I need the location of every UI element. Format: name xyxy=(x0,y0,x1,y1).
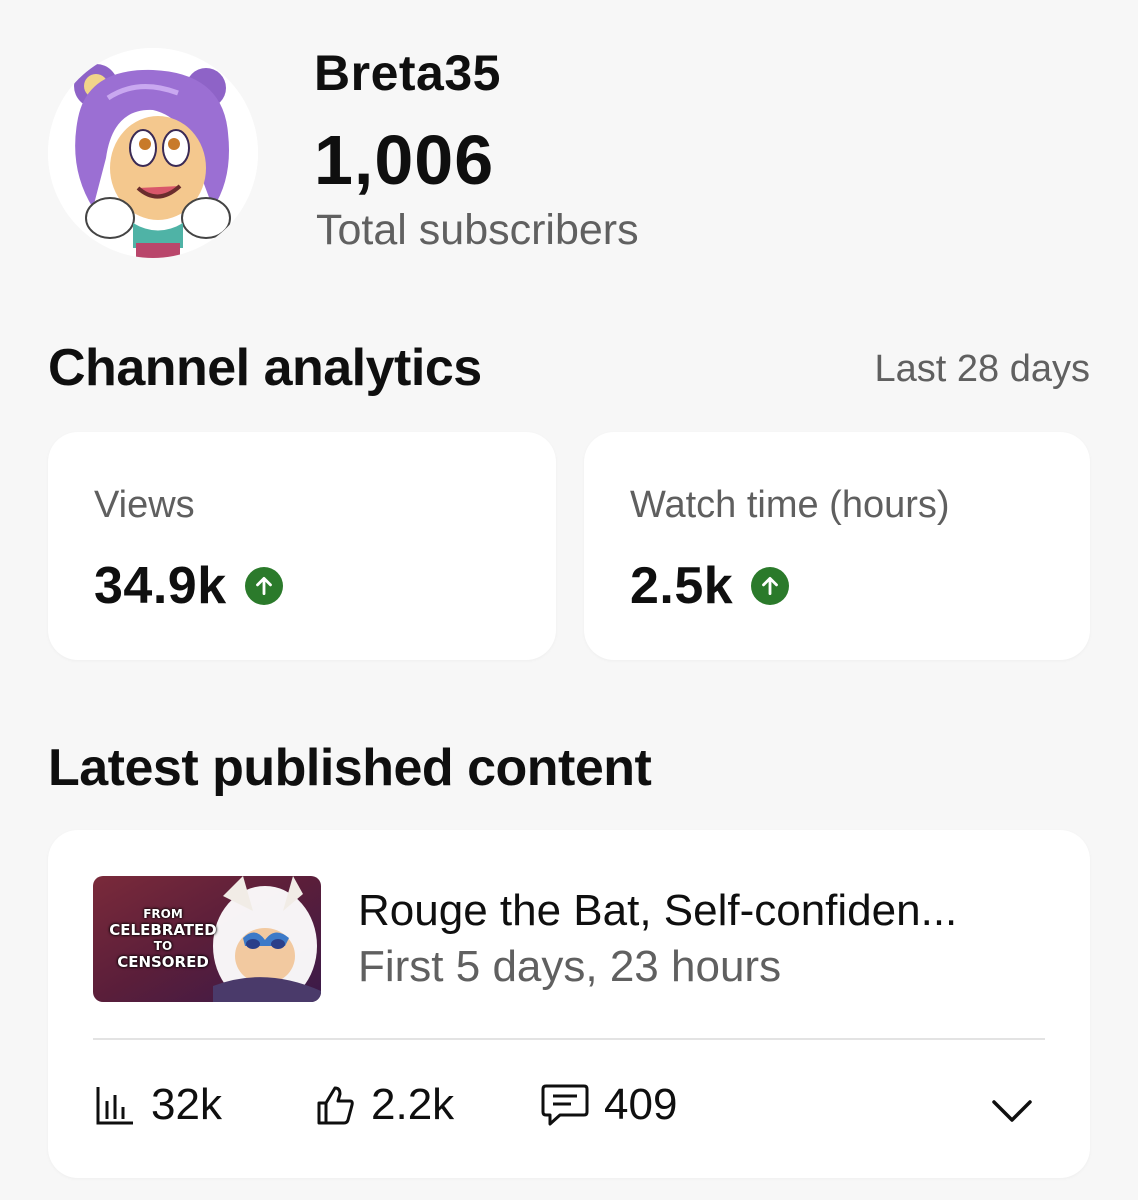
likes-stat: 2.2k xyxy=(313,1080,454,1130)
analytics-title: Channel analytics xyxy=(48,339,482,397)
bar-chart-icon xyxy=(96,1087,133,1125)
comments-stat: 409 xyxy=(540,1080,677,1130)
latest-content-title: Latest published content xyxy=(48,739,652,797)
metric-label: Watch time (hours) xyxy=(630,484,950,526)
analytics-page: Breta35 1,006 Total subscribers Channel … xyxy=(0,0,1138,1200)
thumbs-up-icon xyxy=(317,1086,354,1125)
video-title[interactable]: Rouge the Bat, Self-confiden... xyxy=(358,886,1038,936)
metric-label: Views xyxy=(94,484,195,526)
views-stat: 32k xyxy=(93,1080,222,1130)
metric-value: 34.9k xyxy=(94,557,227,615)
thumbnail-text: CELEBRATED xyxy=(109,921,217,939)
watch-time-card[interactable]: Watch time (hours) 2.5k xyxy=(584,432,1090,660)
video-period: First 5 days, 23 hours xyxy=(358,942,782,991)
chevron-down-icon xyxy=(992,1100,1032,1122)
metric-value-row: 34.9k xyxy=(94,556,283,616)
views-count: 32k xyxy=(151,1080,222,1129)
latest-video-card[interactable]: FROM CELEBRATED TO CENSORED Rouge the Ba… xyxy=(48,830,1090,1178)
trend-up-icon xyxy=(751,567,790,605)
channel-avatar[interactable] xyxy=(48,48,258,258)
thumbnail-text: CENSORED xyxy=(117,953,209,971)
subscriber-count: 1,006 xyxy=(314,121,495,199)
video-thumbnail[interactable]: FROM CELEBRATED TO CENSORED xyxy=(93,876,321,1002)
metric-value-row: 2.5k xyxy=(630,556,790,616)
metric-value: 2.5k xyxy=(630,557,734,615)
thumbnail-text: FROM xyxy=(143,907,183,921)
expand-button[interactable] xyxy=(990,1092,1034,1132)
likes-count: 2.2k xyxy=(371,1080,455,1129)
trend-up-icon xyxy=(244,567,283,605)
divider xyxy=(93,1038,1045,1040)
views-card[interactable]: Views 34.9k xyxy=(48,432,556,660)
comment-icon xyxy=(541,1084,589,1126)
channel-name: Breta35 xyxy=(314,45,501,101)
period-selector[interactable]: Last 28 days xyxy=(875,348,1090,391)
comments-count: 409 xyxy=(604,1080,678,1129)
subscriber-label: Total subscribers xyxy=(316,206,639,254)
thumbnail-text: TO xyxy=(153,939,173,953)
cartoon-character-avatar-icon xyxy=(48,48,258,258)
